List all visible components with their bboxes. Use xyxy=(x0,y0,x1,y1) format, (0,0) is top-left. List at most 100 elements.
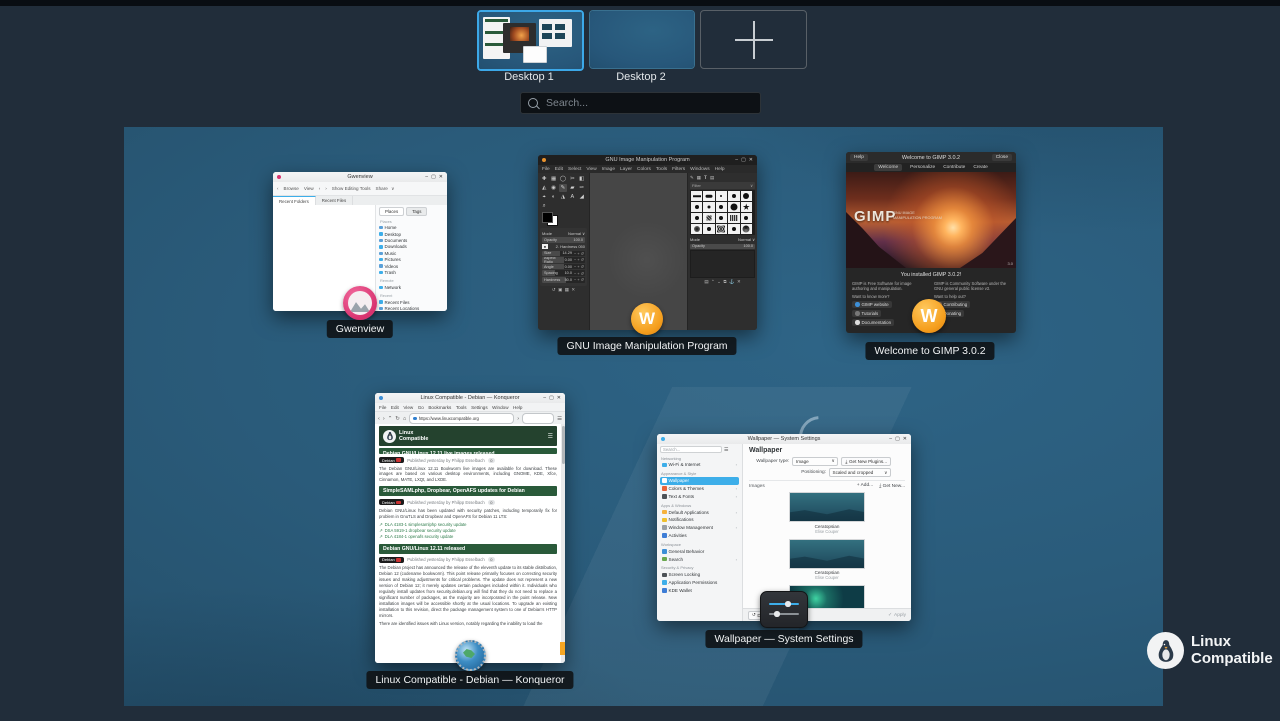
crop-tool-icon: ✂ xyxy=(568,175,576,183)
foreground-color-swatch xyxy=(542,212,553,223)
hardness-slider: Hardness50.0 xyxy=(542,277,585,283)
system-settings-title: Wallpaper — System Settings xyxy=(657,436,911,442)
gimp-titlebar: GNU Image Manipulation Program xyxy=(538,155,757,165)
brushes-tab-icon: ✎ xyxy=(690,175,694,181)
colors-icon xyxy=(662,486,667,491)
section-apps-windows: Apps & Windows xyxy=(661,503,739,508)
mini-window-gwenview xyxy=(523,46,547,63)
gimp-tagline: GNU IMAGEMANIPULATION PROGRAM xyxy=(893,211,942,221)
menu-tools: Tools xyxy=(456,405,467,410)
next-icon xyxy=(325,186,327,191)
section-header-recent: Recent xyxy=(380,293,444,298)
konqueror-titlebar: Linux Compatible - Debian — Konqueror xyxy=(375,393,565,403)
clone-tool-icon: ⌖ xyxy=(540,193,548,201)
airbrush-tool-icon: ✑ xyxy=(578,184,586,192)
section-header-places: Places xyxy=(380,219,444,224)
pictures-icon xyxy=(379,258,383,262)
plasma-overview-screen: Desktop 1 Desktop 2 Gwenview Browse View… xyxy=(0,0,1280,721)
desktop-1-label: Desktop 1 xyxy=(477,71,581,83)
tutorials-icon xyxy=(855,311,860,316)
menu-view: View xyxy=(586,167,596,172)
tab-contribute: Contribute xyxy=(943,165,965,170)
settings-search-input[interactable] xyxy=(660,446,722,453)
desktop-icon xyxy=(379,232,383,236)
maximize-icon xyxy=(741,157,746,163)
slider-adjust-icons xyxy=(574,271,584,276)
add-desktop-button[interactable] xyxy=(700,10,807,69)
view-button: View xyxy=(304,186,314,191)
paths-tool-icon: ◮ xyxy=(559,193,567,201)
wallet-icon xyxy=(662,588,667,593)
tool-options-panel: ModeNormal Opacity100.0 ●2. Hardness 050… xyxy=(540,228,587,286)
bucket-tool-icon: ◉ xyxy=(549,184,557,192)
transform-tool-icon: ◧ xyxy=(578,175,586,183)
section-security-privacy: Security & Privacy xyxy=(661,565,739,570)
welcome-tabs: Welcome Personalize Contribute Create xyxy=(846,163,1016,172)
dock-tabs: ✎▦𝐓▤ xyxy=(690,175,755,181)
gimp-launcher-icon: W xyxy=(912,299,946,333)
gwenview-title: Gwenview xyxy=(273,174,447,180)
window-controls xyxy=(735,157,753,163)
home-icon xyxy=(403,416,406,422)
linux-compatible-wordmark: LinuxCompatible xyxy=(1191,634,1273,667)
chevron-down-icon xyxy=(884,470,887,476)
close-icon xyxy=(439,174,443,180)
welcome-right-column: GIMP is Community Software under the GNU… xyxy=(934,281,1010,328)
gimp-right-dock: ✎▦𝐓▤ Filter ModeNormal Opacity100.0 ▤⌃⌄⧉… xyxy=(687,173,757,330)
paintbrush-tool-icon: ✎ xyxy=(559,184,567,192)
section-header-remote: Remote xyxy=(380,278,444,283)
angle-slider: Angle0.00 xyxy=(542,264,585,270)
layers-mode-row: ModeNormal xyxy=(690,236,755,243)
sidebar-item-notifications: Notifications xyxy=(660,516,739,524)
article-title-clipped: Debian GNU/Linux 12.11 live images relea… xyxy=(379,448,557,454)
wallpaper-card: Ceratopsian Elise Couper xyxy=(789,492,865,534)
warp-tool-icon: ◭ xyxy=(540,184,548,192)
welcome-window-label: Welcome to GIMP 3.0.2 xyxy=(865,342,994,360)
search-input[interactable] xyxy=(544,96,753,110)
menu-colors: Colors xyxy=(637,167,651,172)
debian-badge: Debian xyxy=(379,499,404,505)
gimp-splash-image: GIMP GNU IMAGEMANIPULATION PROGRAM 3.0 xyxy=(846,172,1016,268)
brush-row: ●2. Hardness 050 xyxy=(542,244,585,250)
know-more-prompt: Want to know more? xyxy=(852,294,928,299)
gwenview-titlebar: Gwenview xyxy=(273,172,447,182)
window-konqueror[interactable]: Linux Compatible - Debian — Konqueror Fi… xyxy=(375,393,565,663)
gimp-website-link: GIMP website xyxy=(852,301,892,308)
gwenview-window-label: Gwenview xyxy=(327,320,393,338)
tab-create: Create xyxy=(973,165,987,170)
desktop-thumbnail-1[interactable] xyxy=(477,10,584,71)
sidebar-item-activities: Activities xyxy=(660,532,739,540)
minimize-icon xyxy=(543,395,546,401)
settings-icon xyxy=(557,416,562,422)
up-icon xyxy=(388,416,393,422)
site-logo-penguin-icon xyxy=(383,430,396,443)
konqueror-title: Linux Compatible - Debian — Konqueror xyxy=(375,395,565,401)
window-controls xyxy=(543,395,561,401)
menu-image: Image xyxy=(602,167,615,172)
menu-tools: Tools xyxy=(656,167,667,172)
star-icon xyxy=(662,510,667,515)
debian-badge: Debian xyxy=(379,557,404,563)
wallpaper-type-select: Image xyxy=(792,457,838,466)
hamburger-icon xyxy=(724,447,728,453)
downloads-icon xyxy=(379,245,383,249)
maximize-icon xyxy=(895,436,900,442)
desktop-thumbnail-2[interactable] xyxy=(589,10,695,69)
chevron-down-icon xyxy=(391,186,394,192)
get-new-wallpapers-button: Get New... xyxy=(879,483,905,489)
sidebar-item-wifi-internet: Wi-Fi & Internet› xyxy=(660,461,739,469)
sidebar-item-general-behavior: General Behavior xyxy=(660,547,739,555)
chevron-down-icon xyxy=(752,237,755,242)
site-name: LinuxCompatible xyxy=(399,430,428,442)
minimize-icon xyxy=(425,174,428,180)
gwenview-start-tabs: Recent Folders Recent Files xyxy=(273,196,447,205)
recent-files-icon xyxy=(379,300,383,304)
menu-layer: Layer xyxy=(620,167,632,172)
site-menu-icon xyxy=(548,433,553,440)
search-bar[interactable] xyxy=(520,92,761,114)
minimize-icon xyxy=(735,157,738,163)
scrollbar-thumb[interactable] xyxy=(562,426,565,464)
trash-icon xyxy=(379,271,383,275)
videos-icon xyxy=(379,264,383,268)
scrollbar[interactable] xyxy=(561,424,565,663)
